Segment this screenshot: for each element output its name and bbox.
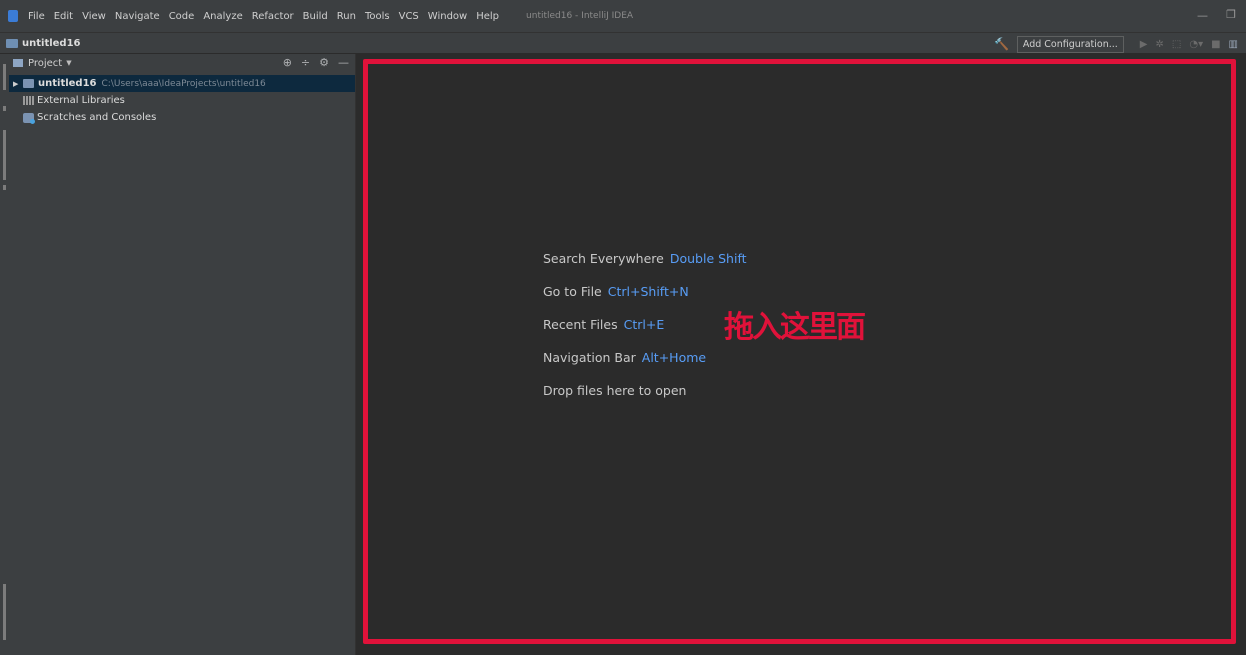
menu-navigate[interactable]: Navigate xyxy=(115,11,160,22)
build-hammer-icon[interactable]: 🔨 xyxy=(994,37,1009,51)
panel-header-actions: ⊕ ÷ ⚙ — xyxy=(274,56,349,69)
hint-navigation-bar: Navigation Bar Alt+Home xyxy=(543,350,747,383)
hint-label: Recent Files xyxy=(543,317,618,332)
annotation-highlight-box xyxy=(363,59,1236,644)
tree-row-scratches[interactable]: Scratches and Consoles xyxy=(9,109,355,126)
scratches-icon xyxy=(23,112,35,124)
menu-help[interactable]: Help xyxy=(476,11,499,22)
minimize-icon[interactable]: — xyxy=(1197,9,1208,22)
tree-row-external-libraries[interactable]: External Libraries xyxy=(9,92,355,109)
hint-search-everywhere: Search Everywhere Double Shift xyxy=(543,251,747,284)
external-libraries-label: External Libraries xyxy=(37,95,125,106)
coverage-icon[interactable]: ⬚ xyxy=(1172,39,1181,50)
menu-bar: File Edit View Navigate Code Analyze Ref… xyxy=(0,0,1246,32)
hint-go-to-file: Go to File Ctrl+Shift+N xyxy=(543,284,747,317)
library-icon xyxy=(23,96,34,105)
hint-shortcut: Alt+Home xyxy=(641,350,707,365)
intellij-logo-icon xyxy=(8,10,18,22)
add-configuration-button[interactable]: Add Configuration... xyxy=(1016,35,1124,53)
project-tree: ▶ untitled16 C:\Users\aaa\IdeaProjects\u… xyxy=(9,75,355,126)
menu-run[interactable]: Run xyxy=(337,11,356,22)
expand-arrow-icon[interactable]: ▶ xyxy=(13,80,23,88)
menu-file[interactable]: File xyxy=(28,11,45,22)
hint-label: Drop files here to open xyxy=(543,383,687,398)
root-module-path: C:\Users\aaa\IdeaProjects\untitled16 xyxy=(101,78,266,89)
stripe-marker xyxy=(3,185,6,190)
menu-window[interactable]: Window xyxy=(428,11,467,22)
debug-icon[interactable]: ✲ xyxy=(1156,39,1164,50)
menu-code[interactable]: Code xyxy=(169,11,195,22)
hint-label: Navigation Bar xyxy=(543,350,636,365)
project-folder-icon xyxy=(6,38,18,48)
menu-edit[interactable]: Edit xyxy=(54,11,73,22)
hint-shortcut: Ctrl+Shift+N xyxy=(607,284,689,299)
drag-here-annotation: 拖入这里面 xyxy=(724,310,866,345)
menu-analyze[interactable]: Analyze xyxy=(203,11,242,22)
tree-row-root[interactable]: ▶ untitled16 C:\Users\aaa\IdeaProjects\u… xyxy=(9,75,355,92)
menu-refactor[interactable]: Refactor xyxy=(252,11,294,22)
project-panel-header: Project ▼ ⊕ ÷ ⚙ — xyxy=(9,54,355,72)
module-folder-icon xyxy=(23,79,34,88)
menu-view[interactable]: View xyxy=(82,11,106,22)
favorites-tool-tab[interactable] xyxy=(3,584,6,640)
stop-icon[interactable]: ■ xyxy=(1211,39,1220,50)
ide-window: File Edit View Navigate Code Analyze Ref… xyxy=(0,0,1246,655)
window-title: untitled16 - IntelliJ IDEA xyxy=(526,11,634,21)
locate-file-icon[interactable]: ⊕ xyxy=(283,56,292,69)
project-structure-icon[interactable]: ▥ xyxy=(1229,39,1238,50)
run-icon[interactable]: ▶ xyxy=(1140,39,1148,50)
left-tool-stripe xyxy=(0,54,9,655)
gear-icon[interactable]: ⚙ xyxy=(319,56,329,69)
hint-shortcut: Ctrl+E xyxy=(623,317,665,332)
project-tool-tab[interactable] xyxy=(3,64,6,90)
project-view-selector[interactable]: Project xyxy=(28,58,62,69)
hint-drop-files: Drop files here to open xyxy=(543,383,747,416)
scratches-label: Scratches and Consoles xyxy=(37,112,157,123)
editor-empty-hints: Search Everywhere Double Shift Go to File… xyxy=(543,251,747,416)
menu-build[interactable]: Build xyxy=(303,11,328,22)
menu-vcs[interactable]: VCS xyxy=(399,11,419,22)
chevron-down-icon[interactable]: ▼ xyxy=(66,59,71,67)
breadcrumb-project[interactable]: untitled16 xyxy=(22,38,81,49)
hint-shortcut: Double Shift xyxy=(669,251,747,266)
profile-icon[interactable]: ◔▾ xyxy=(1189,39,1203,50)
run-toolbar: 🔨 Add Configuration... ▶ ✲ ⬚ ◔▾ ■ ▥ xyxy=(994,33,1238,55)
hide-panel-icon[interactable]: — xyxy=(338,56,349,69)
hint-label: Go to File xyxy=(543,284,602,299)
menu-tools[interactable]: Tools xyxy=(365,11,390,22)
restore-icon[interactable]: ❐ xyxy=(1226,8,1236,21)
stripe-marker xyxy=(3,106,6,111)
project-view-icon xyxy=(13,59,23,67)
collapse-all-icon[interactable]: ÷ xyxy=(301,56,310,69)
navigation-bar: untitled16 🔨 Add Configuration... ▶ ✲ ⬚ … xyxy=(0,32,1246,54)
root-module-name: untitled16 xyxy=(38,78,97,89)
project-tool-window: Project ▼ ⊕ ÷ ⚙ — ▶ untitled16 C:\Users\… xyxy=(9,54,356,655)
hint-label: Search Everywhere xyxy=(543,251,664,266)
structure-tool-tab[interactable] xyxy=(3,130,6,180)
hint-recent-files: Recent Files Ctrl+E xyxy=(543,317,747,350)
